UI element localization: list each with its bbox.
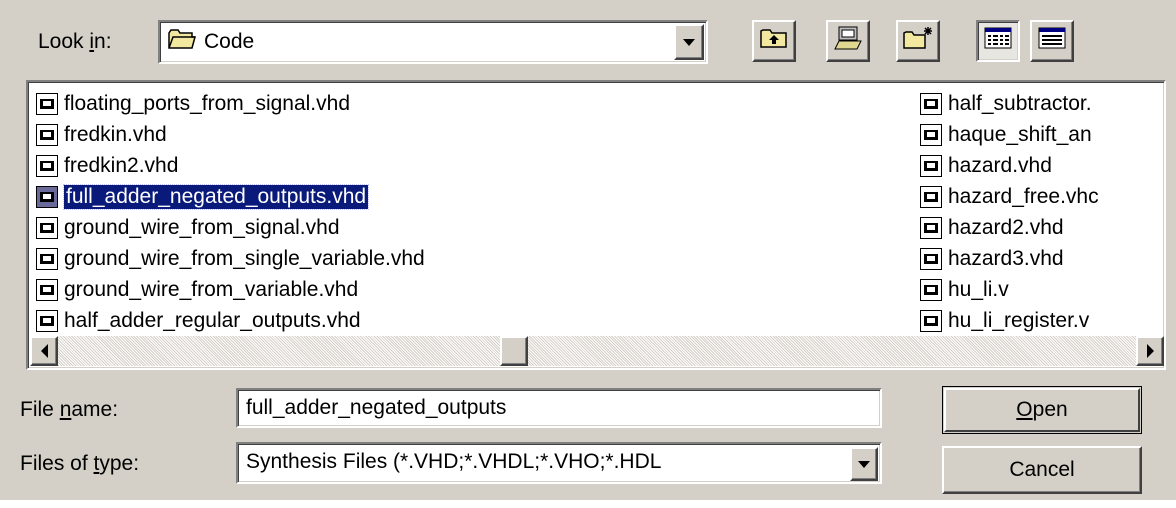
new-folder-button[interactable] (896, 20, 940, 62)
details-view-button[interactable] (1030, 20, 1074, 62)
file-name: haque_shift_an (948, 122, 1092, 146)
file-icon (36, 309, 58, 332)
file-icon (36, 154, 58, 177)
desktop-button[interactable] (826, 20, 870, 62)
scrollbar-thumb[interactable] (500, 336, 528, 366)
file-list-item[interactable]: ground_wire_from_single_variable.vhd (36, 243, 425, 274)
file-list-item[interactable]: fredkin.vhd (36, 119, 425, 150)
look-in-combobox[interactable]: Code (158, 20, 708, 64)
file-list[interactable]: floating_ports_from_signal.vhd fredkin.vh… (26, 80, 1166, 370)
file-list-item[interactable]: hazard_free.vhc (920, 181, 1160, 212)
file-list-column-1: floating_ports_from_signal.vhd fredkin.vh… (36, 88, 425, 336)
arrow-right-icon (1146, 344, 1154, 358)
open-file-dialog: Look in: Code floating_ports_from_signal… (0, 0, 1176, 508)
file-type-label: Files of type: (20, 452, 140, 475)
look-in-value: Code (204, 30, 255, 53)
file-name: hazard2.vhd (948, 215, 1064, 239)
file-icon (36, 92, 58, 115)
look-in-label: Look in: (38, 30, 112, 53)
file-name: hazard.vhd (948, 153, 1052, 177)
file-name: half_subtractor. (948, 91, 1092, 115)
chevron-down-icon (858, 460, 870, 468)
file-list-item[interactable]: hu_li_register.v (920, 305, 1160, 336)
file-list-column-2: half_subtractor. haque_shift_an hazard.vhd… (920, 88, 1160, 336)
list-view-button[interactable] (976, 20, 1020, 62)
file-icon (36, 185, 58, 208)
file-icon (36, 216, 58, 239)
file-icon (920, 216, 942, 239)
file-list-item[interactable]: ground_wire_from_signal.vhd (36, 212, 425, 243)
file-icon (36, 278, 58, 301)
file-name-input[interactable]: full_adder_negated_outputs (236, 388, 882, 428)
file-name: hu_li_register.v (948, 308, 1090, 332)
file-list-item[interactable]: hazard.vhd (920, 150, 1160, 181)
list-view-icon (984, 27, 1012, 55)
file-list-item[interactable]: floating_ports_from_signal.vhd (36, 88, 425, 119)
file-name: full_adder_negated_outputs.vhd (62, 183, 370, 210)
file-list-item[interactable]: half_subtractor. (920, 88, 1160, 119)
file-name: half_adder_regular_outputs.vhd (64, 308, 361, 332)
file-list-item[interactable]: full_adder_negated_outputs.vhd (36, 181, 425, 212)
file-name: floating_ports_from_signal.vhd (64, 91, 351, 115)
file-icon (36, 123, 58, 146)
file-list-item[interactable]: ground_wire_from_variable.vhd (36, 274, 425, 305)
file-icon (920, 185, 942, 208)
file-name: fredkin.vhd (64, 122, 167, 146)
desktop-icon (833, 25, 863, 57)
file-list-item[interactable]: hu_li.v (920, 274, 1160, 305)
file-icon (920, 123, 942, 146)
file-name: ground_wire_from_signal.vhd (64, 215, 340, 239)
file-list-item[interactable]: haque_shift_an (920, 119, 1160, 150)
cancel-button[interactable]: Cancel (942, 446, 1142, 494)
file-name: ground_wire_from_variable.vhd (64, 277, 359, 301)
file-name: ground_wire_from_single_variable.vhd (64, 246, 425, 270)
scroll-right-button[interactable] (1136, 336, 1164, 366)
file-list-item[interactable]: hazard3.vhd (920, 243, 1160, 274)
file-icon (920, 247, 942, 270)
file-icon (920, 309, 942, 332)
file-type-combobox[interactable]: Synthesis Files (*.VHD;*.VHDL;*.VHO;*.HD… (236, 442, 882, 484)
file-type-value: Synthesis Files (*.VHD;*.VHDL;*.VHO;*.HD… (246, 450, 662, 473)
open-button[interactable]: Open (942, 386, 1142, 434)
new-folder-icon (903, 26, 933, 56)
file-name: hazard_free.vhc (948, 184, 1099, 208)
file-name: hu_li.v (948, 277, 1009, 301)
details-view-icon (1038, 27, 1066, 55)
file-list-item[interactable]: half_adder_regular_outputs.vhd (36, 305, 425, 336)
file-name: hazard3.vhd (948, 246, 1064, 270)
file-icon (920, 154, 942, 177)
arrow-left-icon (40, 344, 48, 358)
up-one-level-button[interactable] (752, 20, 796, 62)
file-list-item[interactable]: hazard2.vhd (920, 212, 1160, 243)
up-one-level-icon (760, 27, 788, 55)
file-name: fredkin2.vhd (64, 153, 179, 177)
scroll-left-button[interactable] (30, 336, 58, 366)
look-in-dropdown-button[interactable] (674, 24, 704, 60)
horizontal-scrollbar[interactable] (30, 336, 1164, 366)
file-type-dropdown-button[interactable] (850, 447, 878, 481)
file-icon (920, 92, 942, 115)
file-icon (36, 247, 58, 270)
chevron-down-icon (683, 38, 695, 46)
file-icon (920, 278, 942, 301)
folder-icon (168, 28, 196, 56)
file-name-label: File name: (20, 398, 119, 421)
file-list-item[interactable]: fredkin2.vhd (36, 150, 425, 181)
